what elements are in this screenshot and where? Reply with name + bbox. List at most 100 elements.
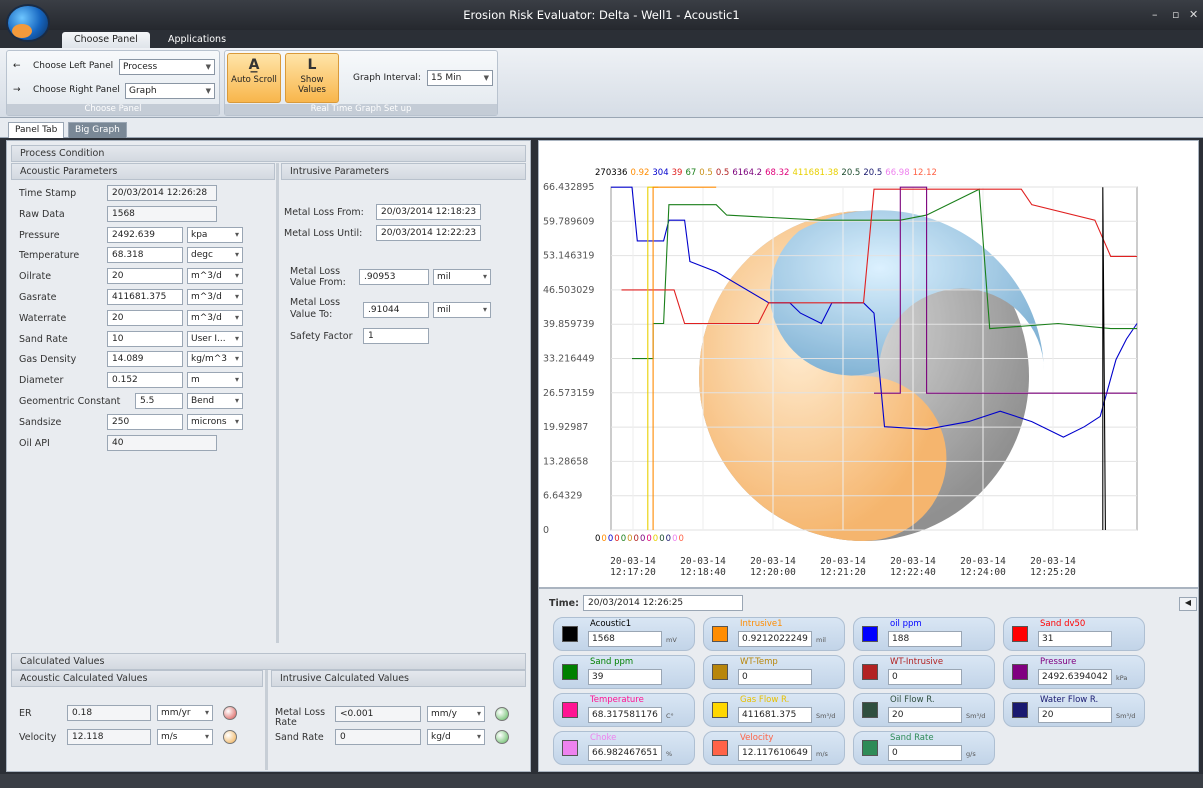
legend-color-swatch[interactable] bbox=[562, 664, 578, 680]
waterrate-field[interactable]: 20 bbox=[107, 309, 183, 326]
oilrate-unit-select[interactable]: m^3/d bbox=[187, 268, 243, 285]
legend-color-swatch[interactable] bbox=[712, 702, 728, 718]
temperature-field[interactable]: 68.318 bbox=[107, 247, 183, 264]
splitter-handle[interactable] bbox=[276, 163, 279, 643]
trend-chart[interactable]: 66.432895 59.789609 53.146319 46.503029 39.8… bbox=[539, 141, 1200, 589]
panel-tab-bar: Panel Tab Big Graph bbox=[0, 118, 1203, 138]
gas-density-field[interactable]: 14.089 bbox=[107, 351, 183, 368]
chevron-down-icon: ▼ bbox=[205, 87, 211, 95]
legend-tile[interactable]: WT-Intrusive 0 bbox=[853, 655, 995, 689]
y-tick-label: 66.432895 bbox=[543, 182, 594, 193]
legend-tile[interactable]: Gas Flow R. 411681.375 Sm³/d bbox=[703, 693, 845, 727]
ml-value-from-field[interactable]: .90953 bbox=[359, 269, 429, 285]
velocity-unit-select[interactable]: m/s bbox=[157, 729, 213, 745]
legend-color-swatch[interactable] bbox=[562, 702, 578, 718]
legend-color-swatch[interactable] bbox=[562, 740, 578, 756]
legend-tile[interactable]: Intrusive1 0.9212022249 mil bbox=[703, 617, 845, 651]
legend-color-swatch[interactable] bbox=[712, 740, 728, 756]
ml-value-to-unit-select[interactable]: mil bbox=[433, 302, 491, 318]
metal-loss-from-field[interactable]: 20/03/2014 12:18:23 bbox=[376, 204, 481, 220]
x-tick-time: 12:18:40 bbox=[680, 567, 726, 578]
graph-setup-group: A̲ Auto Scroll L Show Values Graph Interva… bbox=[224, 50, 498, 116]
pressure-unit-select[interactable]: kpa bbox=[187, 226, 243, 243]
graph-interval-label: Graph Interval: bbox=[353, 73, 421, 83]
oilrate-field[interactable]: 20 bbox=[107, 268, 183, 285]
close-button[interactable]: ✕ bbox=[1189, 8, 1198, 21]
legend-series-value: 1568 bbox=[588, 631, 662, 647]
sand-rate-unit-select[interactable]: User I... bbox=[187, 330, 243, 347]
metal-loss-until-label: Metal Loss Until: bbox=[284, 228, 363, 239]
waterrate-unit-select[interactable]: m^3/d bbox=[187, 309, 243, 326]
legend-color-swatch[interactable] bbox=[1012, 702, 1028, 718]
legend-tile[interactable]: Temperature 68.317581176 C° bbox=[553, 693, 695, 727]
time-stamp-field[interactable]: 20/03/2014 12:26:28 bbox=[107, 185, 217, 201]
pressure-field[interactable]: 2492.639 bbox=[107, 226, 183, 243]
sand-rate-field[interactable]: 10 bbox=[107, 330, 183, 347]
legend-tile[interactable]: Oil Flow R. 20 Sm³/d bbox=[853, 693, 995, 727]
legend-tile[interactable]: Sand ppm 39 bbox=[553, 655, 695, 689]
legend-tile[interactable]: WT-Temp 0 bbox=[703, 655, 845, 689]
legend-color-swatch[interactable] bbox=[862, 664, 878, 680]
raw-data-field[interactable]: 1568 bbox=[107, 205, 217, 222]
legend-color-swatch[interactable] bbox=[712, 626, 728, 642]
restore-icon[interactable]: ◀ bbox=[1179, 597, 1197, 611]
legend-color-swatch[interactable] bbox=[1012, 664, 1028, 680]
legend-color-swatch[interactable] bbox=[862, 740, 878, 756]
right-panel-select[interactable]: Graph ▼ bbox=[125, 83, 215, 99]
er-field: 0.18 bbox=[67, 705, 151, 721]
tab-choose-panel[interactable]: Choose Panel bbox=[62, 32, 150, 48]
legend-tile[interactable]: oil ppm 188 bbox=[853, 617, 995, 651]
er-unit-select[interactable]: mm/yr bbox=[157, 705, 213, 721]
gas-density-unit-select[interactable]: kg/m^3 bbox=[187, 351, 243, 368]
minimize-button[interactable]: – bbox=[1152, 8, 1158, 21]
splitter-handle[interactable] bbox=[265, 670, 268, 770]
legend-series-name: Choke bbox=[590, 733, 617, 743]
legend-color-swatch[interactable] bbox=[1012, 626, 1028, 642]
sandsize-field[interactable]: 250 bbox=[107, 413, 183, 430]
legend-color-swatch[interactable] bbox=[712, 664, 728, 680]
auto-scroll-button[interactable]: A̲ Auto Scroll bbox=[227, 53, 281, 103]
legend-series-name: Oil Flow R. bbox=[890, 695, 935, 705]
chevron-down-icon: ▼ bbox=[483, 74, 489, 82]
legend-color-swatch[interactable] bbox=[862, 626, 878, 642]
metal-loss-until-field[interactable]: 20/03/2014 12:22:23 bbox=[376, 225, 481, 241]
time-field[interactable]: 20/03/2014 12:26:25 bbox=[583, 595, 743, 611]
show-values-button[interactable]: L Show Values bbox=[285, 53, 339, 103]
ml-rate-unit-select[interactable]: mm/y bbox=[427, 706, 485, 722]
ml-value-to-field[interactable]: .91044 bbox=[363, 302, 429, 318]
diameter-field[interactable]: 0.152 bbox=[107, 372, 183, 389]
sand-rate-unit-select[interactable]: kg/d bbox=[427, 729, 485, 745]
ml-value-from-unit-select[interactable]: mil bbox=[433, 269, 491, 285]
legend-tile[interactable]: Acoustic1 1568 mV bbox=[553, 617, 695, 651]
gasrate-unit-select[interactable]: m^3/d bbox=[187, 289, 243, 305]
temperature-unit-select[interactable]: degc bbox=[187, 247, 243, 264]
legend-color-swatch[interactable] bbox=[862, 702, 878, 718]
legend-series-value: 12.117610649 bbox=[738, 745, 812, 761]
legend-tile[interactable]: Water Flow R. 20 Sm³/d bbox=[1003, 693, 1145, 727]
oil-api-field[interactable]: 40 bbox=[107, 434, 217, 451]
x-tick-date: 20-03-14 bbox=[960, 556, 1006, 567]
legend-tile[interactable]: Sand Rate 0 g/s bbox=[853, 731, 995, 765]
app-logo-icon[interactable] bbox=[6, 4, 50, 42]
maximize-button[interactable]: ▫ bbox=[1172, 8, 1179, 21]
legend-tile[interactable]: Sand dv50 31 bbox=[1003, 617, 1145, 651]
graph-interval-select[interactable]: 15 Min ▼ bbox=[427, 70, 493, 86]
ml-value-to-label: Metal Loss bbox=[290, 297, 341, 308]
legend-tile[interactable]: Velocity 12.117610649 m/s bbox=[703, 731, 845, 765]
tab-applications[interactable]: Applications bbox=[156, 32, 238, 48]
left-panel-select[interactable]: Process ▼ bbox=[119, 59, 215, 75]
tab-panel[interactable]: Panel Tab bbox=[8, 122, 65, 138]
legend-tile[interactable]: Pressure 2492.6394042 kPa bbox=[1003, 655, 1145, 689]
legend-tile[interactable]: Choke 66.982467651% bbox=[553, 731, 695, 765]
safety-factor-field[interactable]: 1 bbox=[363, 328, 429, 344]
gasrate-field[interactable]: 411681.375 bbox=[107, 289, 183, 305]
x-tick-time: 12:21:20 bbox=[820, 567, 866, 578]
tab-big-graph[interactable]: Big Graph bbox=[68, 122, 127, 138]
diameter-unit-select[interactable]: m bbox=[187, 372, 243, 389]
geomentric-constant-unit-select[interactable]: Bend bbox=[187, 393, 243, 409]
safety-factor-label: Safety Factor bbox=[290, 331, 353, 342]
geomentric-constant-field[interactable]: 5.5 bbox=[135, 393, 183, 409]
er-status-led-icon bbox=[223, 706, 237, 720]
sandsize-unit-select[interactable]: microns bbox=[187, 413, 243, 430]
legend-color-swatch[interactable] bbox=[562, 626, 578, 642]
